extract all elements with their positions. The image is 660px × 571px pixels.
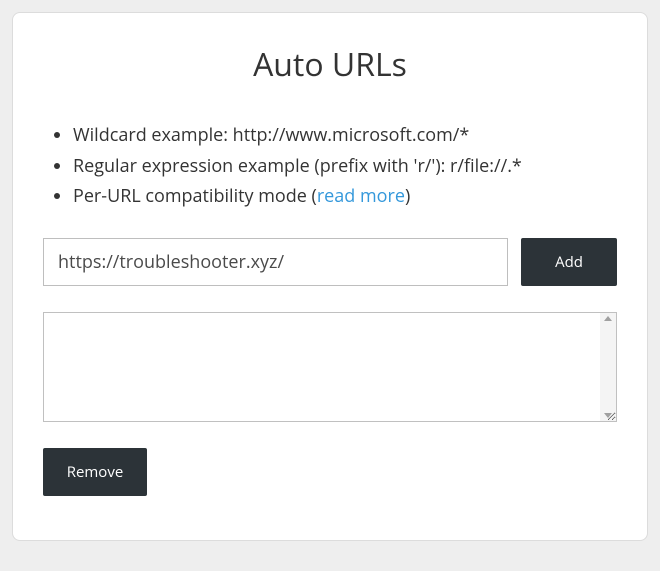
url-list-area[interactable] bbox=[43, 312, 617, 422]
auto-urls-card: Auto URLs Wildcard example: http://www.m… bbox=[12, 12, 648, 541]
example-compat-after: ) bbox=[405, 184, 410, 208]
url-input[interactable] bbox=[43, 238, 508, 286]
page-title: Auto URLs bbox=[43, 43, 617, 86]
read-more-link[interactable]: read more bbox=[317, 184, 405, 208]
remove-button[interactable]: Remove bbox=[43, 448, 147, 496]
example-compat: Per-URL compatibility mode (read more) bbox=[73, 181, 617, 212]
example-wildcard: Wildcard example: http://www.microsoft.c… bbox=[73, 120, 617, 151]
scroll-up-icon[interactable] bbox=[604, 316, 612, 321]
add-button[interactable]: Add bbox=[521, 238, 617, 286]
example-compat-before: Per-URL compatibility mode ( bbox=[73, 184, 317, 208]
scrollbar[interactable] bbox=[600, 313, 616, 421]
url-input-row: Add bbox=[43, 238, 617, 286]
examples-list: Wildcard example: http://www.microsoft.c… bbox=[43, 120, 617, 212]
scroll-down-icon[interactable] bbox=[604, 413, 612, 418]
example-regex-text: Regular expression example (prefix with … bbox=[73, 154, 522, 178]
example-wildcard-text: Wildcard example: http://www.microsoft.c… bbox=[73, 123, 469, 147]
example-regex: Regular expression example (prefix with … bbox=[73, 151, 617, 182]
